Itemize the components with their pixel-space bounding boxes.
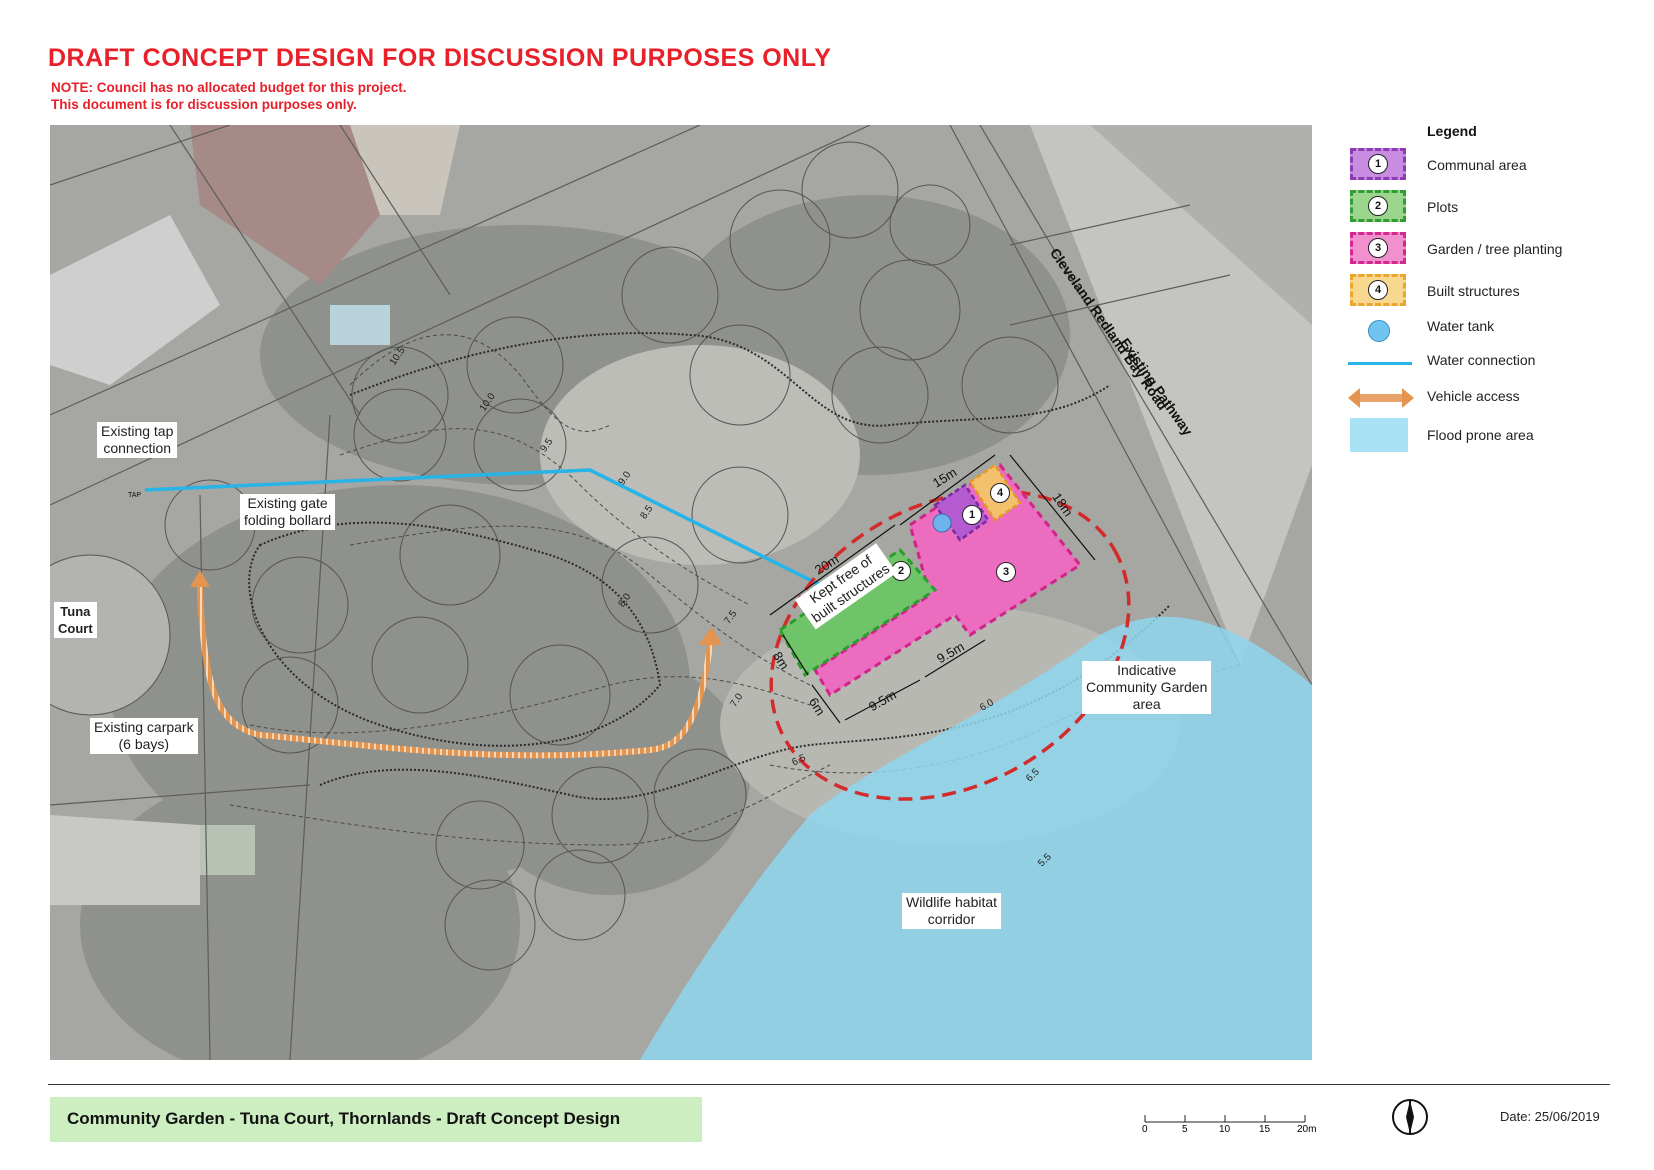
- legend-item-communal: 1 Communal area: [1340, 148, 1640, 188]
- legend-item-garden: 3 Garden / tree planting: [1340, 232, 1640, 272]
- legend-label: Plots: [1427, 199, 1459, 215]
- scale-bar: 0 5 10 15 20m: [1142, 1110, 1316, 1140]
- document-date: Date: 25/06/2019: [1500, 1109, 1600, 1124]
- water-connection-icon: [1348, 362, 1412, 365]
- flood-swatch: [1350, 418, 1408, 452]
- zone-3-marker[interactable]: 3: [996, 562, 1016, 582]
- legend-num-1: 1: [1368, 154, 1388, 174]
- tuna-court-label: Tuna Court: [54, 602, 97, 638]
- tap-connection-label: Existing tap connection: [97, 422, 178, 458]
- tap-code: TAP: [128, 492, 142, 499]
- legend-label: Communal area: [1427, 157, 1527, 173]
- site-map[interactable]: 1 2 3 4 Cleveland Redland Bay Road Exist…: [50, 125, 1312, 1060]
- project-title-box: Community Garden - Tuna Court, Thornland…: [50, 1097, 702, 1142]
- map-legend: Legend 1 Communal area 2 Plots 3 Garden …: [1340, 120, 1640, 480]
- scale-tick: 0: [1142, 1124, 1148, 1135]
- zone-1-marker[interactable]: 1: [962, 505, 982, 525]
- clearing: [540, 345, 860, 565]
- scale-tick: 10: [1219, 1124, 1231, 1135]
- carpark-label: Existing carpark (6 bays): [90, 718, 198, 754]
- zone-4-marker[interactable]: 4: [990, 483, 1010, 503]
- community-garden-area-label: Indicative Community Garden area: [1082, 661, 1212, 714]
- legend-label: Built structures: [1427, 283, 1520, 299]
- water-tank-icon: [932, 513, 952, 533]
- legend-item-built: 4 Built structures: [1340, 274, 1640, 314]
- vehicle-access-icon: [1348, 388, 1414, 408]
- legend-title: Legend: [1427, 123, 1477, 139]
- wildlife-corridor-label: Wildlife habitat corridor: [902, 893, 1002, 929]
- map-drawing: [50, 125, 1312, 1060]
- legend-item-flood: Flood prone area: [1340, 418, 1640, 458]
- scale-tick: 15: [1259, 1124, 1271, 1135]
- project-title: Community Garden - Tuna Court, Thornland…: [67, 1109, 621, 1128]
- page-title: DRAFT CONCEPT DESIGN FOR DISCUSSION PURP…: [48, 44, 832, 72]
- legend-num-2: 2: [1368, 196, 1388, 216]
- legend-num-4: 4: [1368, 280, 1388, 300]
- legend-label: Flood prone area: [1427, 427, 1534, 443]
- scale-tick: 5: [1182, 1124, 1188, 1135]
- legend-label: Garden / tree planting: [1427, 241, 1563, 257]
- legend-label: Water connection: [1427, 352, 1536, 368]
- legend-item-plots: 2 Plots: [1340, 190, 1640, 230]
- water-tank-icon: [1368, 320, 1390, 342]
- legend-item-vehicle-access: Vehicle access: [1340, 382, 1640, 422]
- budget-note: NOTE: Council has no allocated budget fo…: [51, 80, 407, 95]
- north-arrow-icon: [1392, 1099, 1428, 1135]
- legend-label: Vehicle access: [1427, 388, 1520, 404]
- footer-divider: [48, 1084, 1610, 1085]
- legend-num-3: 3: [1368, 238, 1388, 258]
- legend-label: Water tank: [1427, 318, 1495, 334]
- gate-label: Existing gate folding bollard: [240, 494, 336, 530]
- discussion-note: This document is for discussion purposes…: [51, 97, 357, 112]
- scale-tick: 20m: [1297, 1124, 1317, 1135]
